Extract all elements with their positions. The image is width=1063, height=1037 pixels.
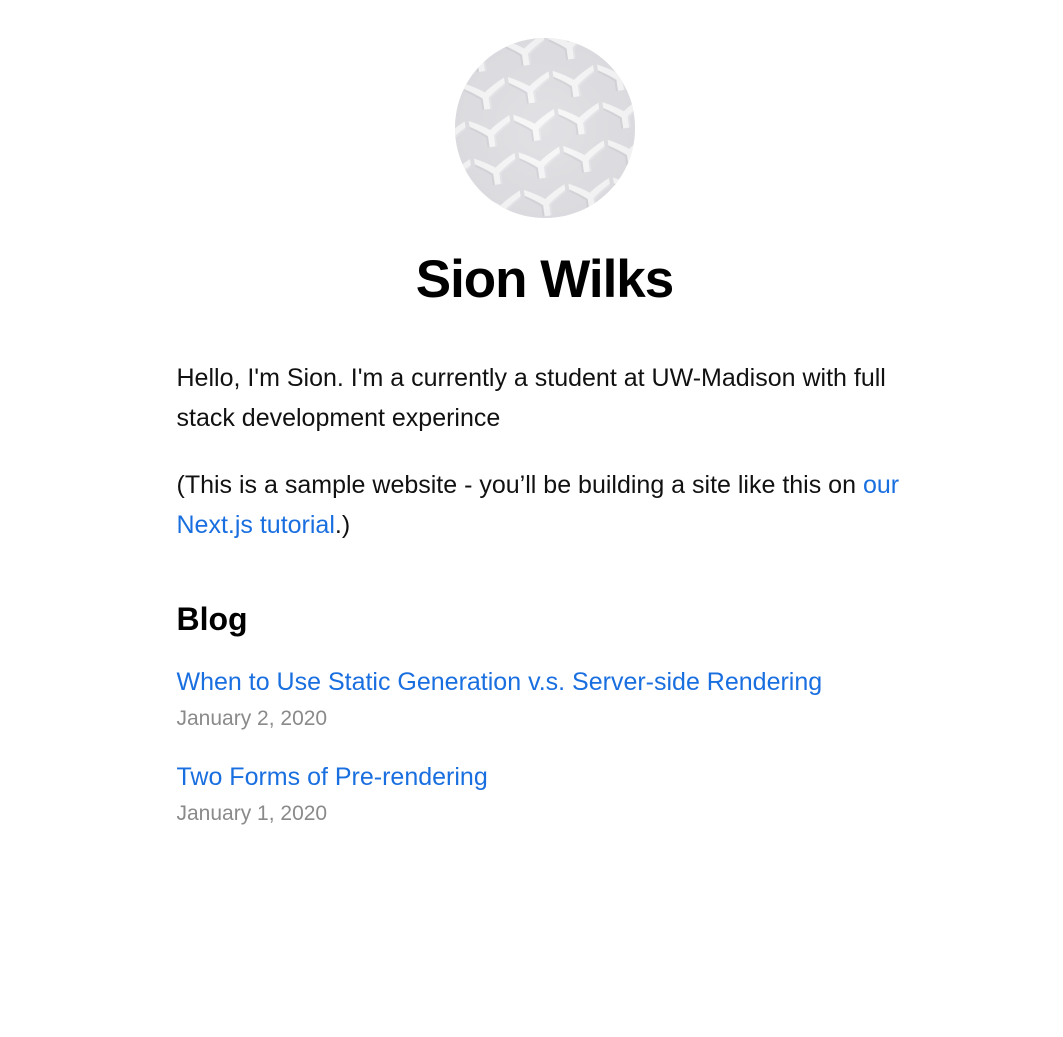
profile-avatar — [454, 38, 635, 218]
blog-section: Blog When to Use Static Generation v.s. … — [177, 599, 913, 828]
blog-post-link[interactable]: Two Forms of Pre-rendering — [177, 760, 913, 794]
blog-post-item: Two Forms of Pre-rendering January 1, 20… — [177, 760, 913, 828]
blog-heading: Blog — [176, 601, 248, 637]
bio-text: Hello, I'm Sion. I'm a currently a stude… — [176, 364, 886, 432]
profile-name: Sion Wilks — [415, 250, 675, 309]
blog-post-link[interactable]: When to Use Static Generation v.s. Serve… — [177, 665, 913, 699]
page-container: Sion Wilks Hello, I'm Sion. I'm a curren… — [177, 0, 913, 828]
tutorial-note-prefix: (This is a sample website - you’ll be bu… — [176, 471, 863, 499]
intro-section: Hello, I'm Sion. I'm a currently a stude… — [177, 358, 913, 545]
blog-post-date: January 1, 2020 — [176, 802, 328, 825]
page-header: Sion Wilks — [177, 38, 913, 312]
tutorial-note: (This is a sample website - you’ll be bu… — [177, 465, 913, 545]
blog-post-date: January 2, 2020 — [176, 707, 328, 730]
blog-post-item: When to Use Static Generation v.s. Serve… — [177, 665, 913, 733]
blog-post-list: When to Use Static Generation v.s. Serve… — [177, 665, 913, 828]
woven-pattern-image — [454, 38, 635, 218]
tutorial-note-suffix: .) — [334, 511, 351, 539]
